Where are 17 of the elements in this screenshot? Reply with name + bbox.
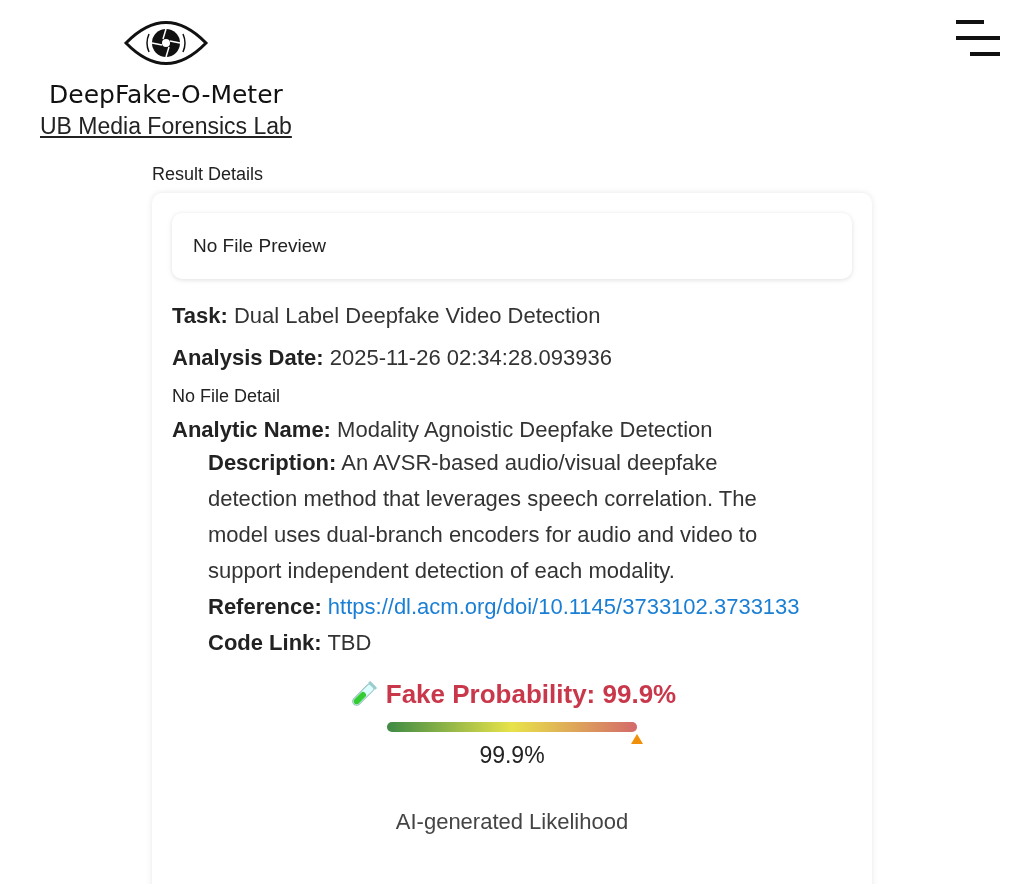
- detail-text: Code Link: TBD: [208, 629, 373, 658]
- file-detail: No File Detail: [172, 386, 282, 408]
- file-preview: No File Preview: [172, 213, 852, 279]
- fake-probability-heading: Fake Probability: 99.9%: [385, 679, 677, 711]
- result-field: Analysis Date: 2025-11-26 02:34:28.093936: [172, 342, 852, 373]
- app-title: DeepFake-O-Meter: [49, 80, 283, 109]
- section-title: Result Details: [152, 164, 265, 185]
- lab-link[interactable]: UB Media Forensics Lab: [40, 113, 292, 140]
- likelihood-caption: AI-generated Likelihood: [395, 809, 629, 836]
- level-marker-icon: [630, 734, 643, 745]
- menu-icon[interactable]: [954, 18, 1002, 58]
- analytic-name: Analytic Name: Modality Agnoistic Deepfake Detection: [172, 416, 714, 445]
- result-field: Task: Dual Label Deepfake Video Detection: [172, 301, 852, 331]
- probability-reading: 99.9%: [479, 742, 545, 770]
- reference-line: Reference: https://dl.acm.org/doi/10.1145/3733102.3733133: [208, 593, 801, 622]
- reference-link[interactable]: https://dl.acm.org/doi/10.1145/3733102.3733133: [327, 594, 800, 620]
- detail-text: Description: An AVSR-based audio/visual deepfake detection method that leverages speech correlation. The model uses dual-branch encoders for audio and video to support independent detection of each modality.: [208, 449, 759, 586]
